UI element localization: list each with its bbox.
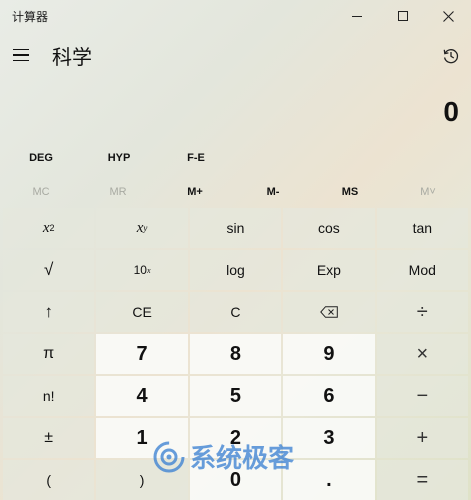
- close-icon: [442, 10, 454, 22]
- digit-0-button[interactable]: 0: [189, 460, 282, 500]
- clear-entry-button[interactable]: CE: [96, 292, 188, 332]
- fe-button[interactable]: F-E: [173, 146, 219, 170]
- backspace-icon: [320, 306, 338, 318]
- square-root-button[interactable]: √: [3, 250, 95, 290]
- cos-button[interactable]: cos: [283, 208, 375, 248]
- negate-button[interactable]: ±: [3, 418, 95, 458]
- factorial-button[interactable]: n!: [3, 376, 95, 416]
- pi-button[interactable]: π: [3, 334, 95, 374]
- digit-2-button[interactable]: 2: [189, 418, 282, 458]
- minimize-button[interactable]: [334, 0, 380, 32]
- shift-button[interactable]: ↑: [3, 292, 95, 332]
- history-button[interactable]: [437, 42, 465, 70]
- log-button[interactable]: log: [189, 250, 282, 290]
- digit-8-button[interactable]: 8: [189, 334, 282, 374]
- mod-button[interactable]: Mod: [376, 250, 468, 290]
- left-paren-button[interactable]: (: [3, 460, 95, 500]
- maximize-button[interactable]: [380, 0, 426, 32]
- digit-7-button[interactable]: 7: [96, 334, 188, 374]
- backspace-button[interactable]: [283, 292, 375, 332]
- add-button[interactable]: +: [376, 418, 468, 458]
- digit-9-button[interactable]: 9: [283, 334, 375, 374]
- power-button[interactable]: xy: [96, 208, 188, 248]
- subtract-button[interactable]: −: [376, 376, 468, 416]
- exp-button[interactable]: Exp: [283, 250, 375, 290]
- angle-mode-row: DEG HYP F-E: [0, 146, 471, 170]
- app-title: 计算器: [12, 10, 49, 24]
- multiply-button[interactable]: ×: [376, 334, 468, 374]
- hamburger-menu-icon: [13, 48, 29, 51]
- memory-list-button[interactable]: M˅: [382, 180, 471, 204]
- ten-power-button[interactable]: 10 x: [96, 250, 188, 290]
- minimize-icon: [352, 15, 362, 17]
- tan-button[interactable]: tan: [376, 208, 468, 248]
- divide-button[interactable]: ÷: [376, 292, 468, 332]
- hyp-button[interactable]: HYP: [96, 146, 142, 170]
- decimal-button[interactable]: .: [283, 460, 375, 500]
- history-icon: [443, 49, 459, 64]
- key-label: x: [42, 219, 50, 236]
- key-exponent: x: [146, 265, 151, 275]
- digit-1-button[interactable]: 1: [96, 418, 188, 458]
- key-label: 10: [133, 263, 147, 277]
- deg-button[interactable]: DEG: [18, 146, 64, 170]
- page-title: 科学: [52, 45, 92, 69]
- key-exponent: 2: [49, 223, 55, 233]
- square-button[interactable]: x2: [3, 208, 95, 248]
- digit-3-button[interactable]: 3: [283, 418, 375, 458]
- hamburger-menu-button[interactable]: [8, 40, 34, 70]
- memory-row: MC MR M+ M- MS M˅: [0, 180, 471, 204]
- digit-4-button[interactable]: 4: [96, 376, 188, 416]
- sin-button[interactable]: sin: [189, 208, 282, 248]
- digit-6-button[interactable]: 6: [283, 376, 375, 416]
- right-paren-button[interactable]: ): [96, 460, 188, 500]
- title-bar: 计算器: [0, 0, 471, 32]
- clear-button[interactable]: C: [189, 292, 282, 332]
- equals-button[interactable]: =: [376, 460, 468, 500]
- close-button[interactable]: [425, 0, 471, 32]
- key-exponent: y: [143, 223, 148, 233]
- digit-5-button[interactable]: 5: [189, 376, 282, 416]
- keypad: x2 xy sin cos tan √ 10 x log Exp Mod ↑ CE…: [3, 208, 468, 500]
- maximize-icon: [398, 11, 408, 21]
- result-display: 0: [443, 96, 459, 127]
